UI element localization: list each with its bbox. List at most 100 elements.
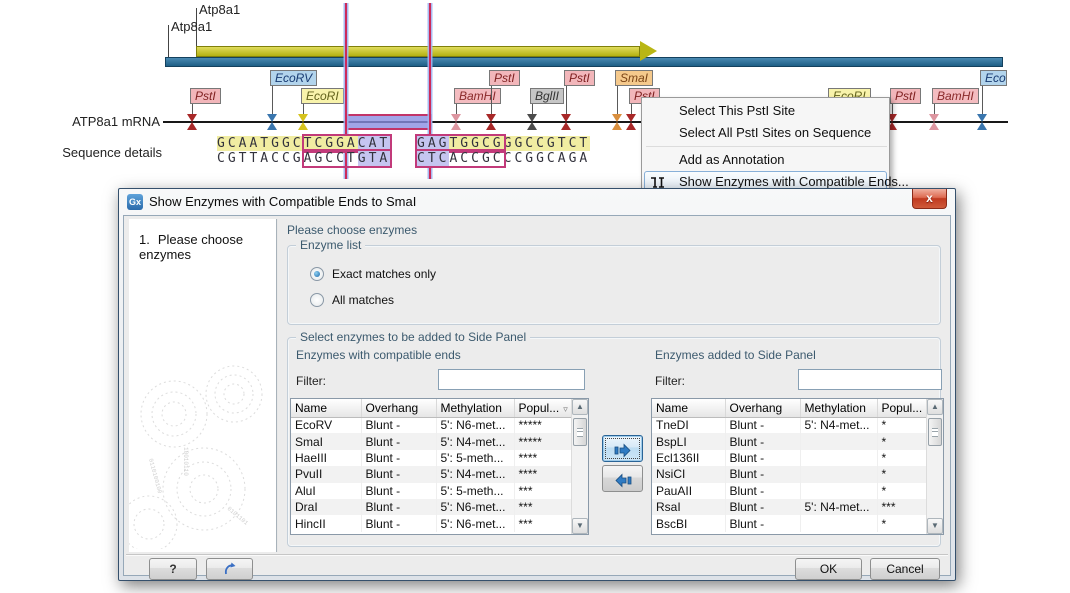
left-pane-title: Enzymes with compatible ends [296, 348, 461, 362]
column-header-overhang[interactable]: Overhang [361, 399, 436, 417]
table-cell: SmaI [291, 433, 361, 449]
table-row[interactable]: BscBIBlunt -* [652, 515, 928, 531]
sequence-block[interactable]: GAGTGGCGGGCCGTCTCTCACCGCCCGGCAGA [417, 136, 590, 166]
scrollbar-up-icon[interactable] [927, 399, 943, 415]
cut-site-marker-icon[interactable] [612, 114, 622, 130]
sequence-segment: CCGGCAGA [504, 151, 591, 166]
sequence-text: GGCCGTCT [504, 136, 591, 151]
column-header-popularity[interactable]: Popul... [877, 399, 928, 417]
cut-site-marker-icon[interactable] [187, 114, 197, 130]
table-row[interactable]: PvuIIBlunt -5': N4-met...**** [291, 466, 573, 482]
selection-band[interactable] [346, 114, 432, 130]
column-header-methylation[interactable]: Methylation [436, 399, 514, 417]
reset-button[interactable] [206, 558, 253, 580]
table-row[interactable]: DraIBlunt -5': N6-met...*** [291, 499, 573, 515]
cut-site-marker-icon[interactable] [626, 114, 636, 130]
site-stem [617, 86, 618, 116]
table-row[interactable]: HincIIBlunt -5': N6-met...*** [291, 515, 573, 531]
wizard-steps-panel: 1.Please choose enzymes 0110100100 10010… [129, 219, 277, 552]
cancel-button[interactable]: Cancel [870, 558, 940, 580]
ok-button[interactable]: OK [795, 558, 862, 580]
enzyme-site-label[interactable]: BamHI [454, 88, 501, 104]
enzyme-site-label[interactable]: Eco [980, 70, 1007, 86]
menu-item-add-as-annotation[interactable]: Add as Annotation [644, 149, 887, 171]
remove-enzyme-button[interactable] [602, 465, 643, 492]
table-cell: Blunt - [361, 483, 436, 499]
add-enzyme-button[interactable] [602, 435, 643, 462]
scrollbar-thumb[interactable] [573, 418, 587, 446]
right-pane-title: Enzymes added to Side Panel [655, 348, 816, 362]
site-stem [566, 86, 567, 116]
recognition-site-box: AGCCTGTA [302, 149, 393, 168]
radio-label: All matches [332, 293, 394, 307]
scrollbar-thumb[interactable] [928, 418, 942, 446]
column-header-methylation[interactable]: Methylation [800, 399, 877, 417]
filter-input-left[interactable] [438, 369, 585, 390]
column-header-name[interactable]: Name [652, 399, 725, 417]
radio-selected-icon[interactable] [310, 267, 324, 281]
menu-item-select-all-sites[interactable]: Select All PstI Sites on Sequence [644, 122, 887, 144]
sequence-block[interactable]: GCAATGGCTCGGACATCGTTACCGAGCCTGTA [217, 136, 390, 166]
table-cell: Blunt - [361, 433, 436, 449]
cut-site-marker-icon[interactable] [451, 114, 461, 130]
table-cell: 5': N4-met... [436, 466, 514, 482]
gene-label-tick [196, 8, 197, 17]
strand-bottom[interactable]: CGTTACCGAGCCTGTA [217, 151, 390, 166]
scrollbar-vertical[interactable] [571, 399, 588, 534]
table-row[interactable]: HaeIIIBlunt -5': 5-meth...**** [291, 450, 573, 466]
mrna-track-label: ATP8a1 mRNA [35, 114, 160, 129]
cut-site-marker-icon[interactable] [977, 114, 987, 130]
filter-input-right[interactable] [798, 369, 942, 390]
enzyme-site-label[interactable]: EcoRI [301, 88, 344, 104]
table-row[interactable]: SmaIBlunt -5': N4-met...***** [291, 433, 573, 449]
table-cell: Blunt - [361, 466, 436, 482]
scrollbar-vertical[interactable] [926, 399, 943, 534]
help-button[interactable]: ? [149, 558, 197, 580]
gene-annotation-bar[interactable] [165, 57, 1003, 67]
enzyme-site-label[interactable]: PstI [564, 70, 595, 86]
site-stem [491, 86, 492, 116]
enzyme-site-label[interactable]: SmaI [615, 70, 653, 86]
cut-site-marker-icon[interactable] [298, 114, 308, 130]
enzyme-site-label[interactable]: BamHI [932, 88, 979, 104]
table-row[interactable]: Ecl136IIBlunt -* [652, 450, 928, 466]
scrollbar-up-icon[interactable] [572, 399, 588, 415]
radio-all-matches[interactable]: All matches [310, 292, 394, 307]
radio-exact-matches[interactable]: Exact matches only [310, 266, 436, 281]
enzyme-site-label[interactable]: PstI [890, 88, 921, 104]
column-header-overhang[interactable]: Overhang [725, 399, 800, 417]
table-row[interactable]: BspLIBlunt -* [652, 433, 928, 449]
cut-site-marker-icon[interactable] [561, 114, 571, 130]
radio-label: Exact matches only [332, 267, 436, 281]
table-row[interactable]: EcoRVBlunt -5': N6-met...***** [291, 417, 573, 433]
table-cell: ***** [514, 417, 573, 433]
mrna-annotation-arrow[interactable] [196, 46, 640, 57]
menu-separator [646, 146, 887, 147]
enzyme-site-label[interactable]: PstI [489, 70, 520, 86]
column-header-name[interactable]: Name [291, 399, 361, 417]
enzyme-site-label[interactable]: EcoRV [270, 70, 317, 86]
cut-site-marker-icon[interactable] [929, 114, 939, 130]
table-cell: DraI [291, 499, 361, 515]
cut-site-marker-icon[interactable] [267, 114, 277, 130]
radio-unselected-icon[interactable] [310, 293, 324, 307]
table-row[interactable]: PauAIIBlunt -* [652, 483, 928, 499]
table-cell: * [877, 450, 928, 466]
table-row[interactable]: AluIBlunt -5': 5-meth...*** [291, 483, 573, 499]
dialog-titlebar[interactable]: Gx Show Enzymes with Compatible Ends to … [119, 189, 955, 215]
site-stem [272, 86, 273, 116]
cut-site-marker-icon[interactable] [527, 114, 537, 130]
close-button[interactable]: x [912, 189, 947, 209]
column-header-popularity[interactable]: Popul... [514, 399, 573, 417]
enzyme-site-label[interactable]: PstI [190, 88, 221, 104]
menu-item-select-this-site[interactable]: Select This PstI Site [644, 100, 887, 122]
table-row[interactable]: TneDIBlunt -5': N4-met...* [652, 417, 928, 433]
scrollbar-down-icon[interactable] [572, 518, 588, 534]
enzyme-site-label[interactable]: BglII [530, 88, 564, 104]
cut-site-marker-icon[interactable] [486, 114, 496, 130]
table-row[interactable]: NsiCIBlunt -* [652, 466, 928, 482]
strand-bottom[interactable]: CTCACCGCCCGGCAGA [417, 151, 590, 166]
table-cell: PauAII [652, 483, 725, 499]
scrollbar-down-icon[interactable] [927, 518, 943, 534]
table-row[interactable]: RsaIBlunt -5': N4-met...*** [652, 499, 928, 515]
